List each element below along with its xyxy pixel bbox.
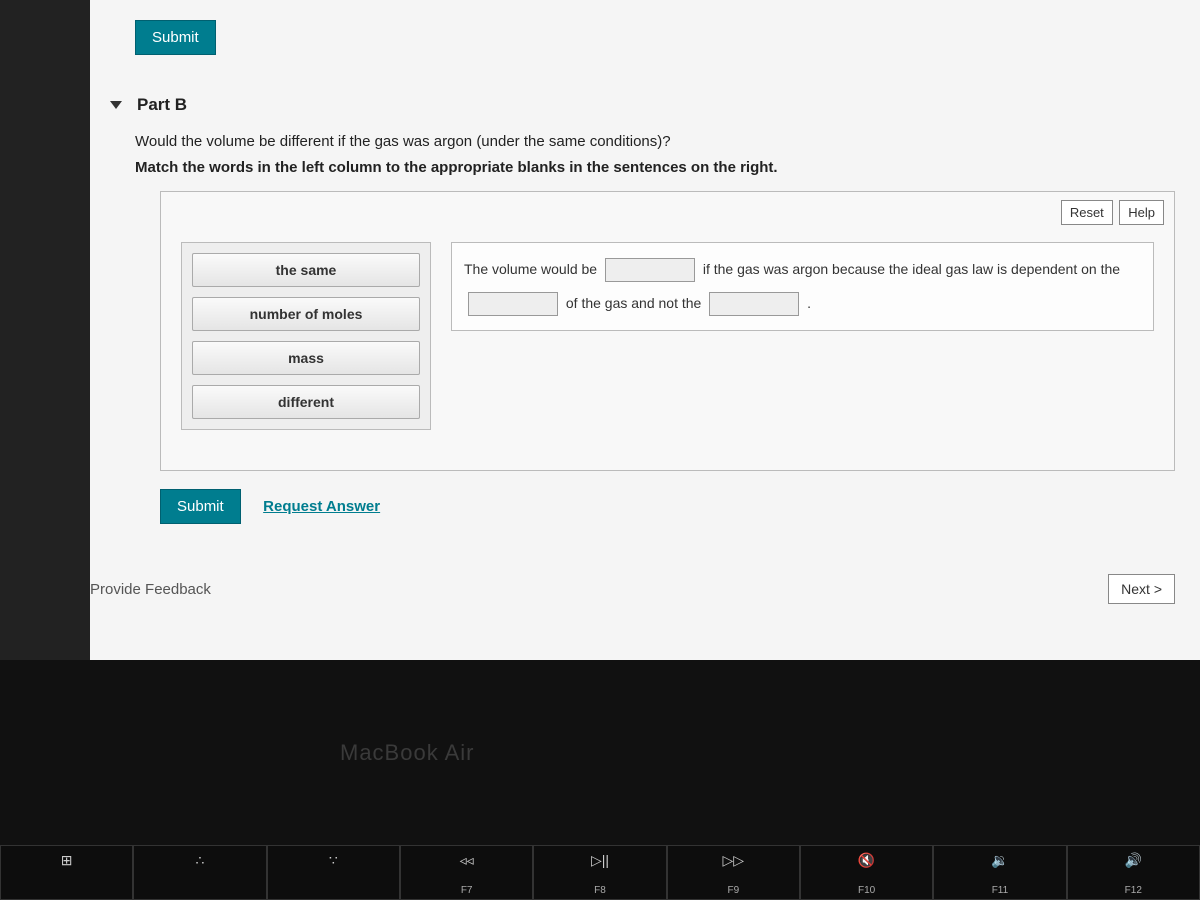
volume-down-icon: 🔉 xyxy=(991,852,1008,869)
provide-feedback-link[interactable]: Provide Feedback xyxy=(90,581,211,598)
volume-up-icon: 🔊 xyxy=(1125,852,1142,869)
play-pause-key[interactable]: ▷|| F8 xyxy=(533,845,666,900)
blank-slot[interactable] xyxy=(468,292,558,316)
rewind-key[interactable]: ◃◃ F7 xyxy=(400,845,533,900)
rewind-icon: ◃◃ xyxy=(460,852,474,869)
sentence-fragment: if the gas was argon because the ideal g… xyxy=(703,261,1097,277)
page-edge-strip xyxy=(0,0,90,660)
word-item[interactable]: mass xyxy=(192,341,420,375)
forward-icon: ▷▷ xyxy=(723,852,745,869)
forward-key[interactable]: ▷▷ F9 xyxy=(667,845,800,900)
help-button[interactable]: Help xyxy=(1119,200,1164,225)
word-item[interactable]: the same xyxy=(192,253,420,287)
sentence-fragment: . xyxy=(807,295,811,311)
launchpad-key[interactable]: ⊞ xyxy=(0,845,133,900)
key-label: F8 xyxy=(594,885,606,896)
action-row: Submit Request Answer xyxy=(160,489,1200,524)
reset-button[interactable]: Reset xyxy=(1061,200,1113,225)
submit-button[interactable]: Submit xyxy=(160,489,241,524)
word-item[interactable]: different xyxy=(192,385,420,419)
key-label: F11 xyxy=(992,885,1009,896)
grid-icon: ⊞ xyxy=(61,852,73,869)
laptop-body: MacBook Air ⊞ ∴ ∵ ◃◃ F7 ▷|| F8 ▷▷ F9 🔇 F… xyxy=(0,660,1200,900)
submit-button-top[interactable]: Submit xyxy=(135,20,216,55)
part-title: Part B xyxy=(137,95,187,115)
volume-up-key[interactable]: 🔊 F12 xyxy=(1067,845,1200,900)
word-item[interactable]: number of moles xyxy=(192,297,420,331)
mission-control-key[interactable]: ∴ xyxy=(133,845,266,900)
spotlight-key[interactable]: ∵ xyxy=(267,845,400,900)
dots2-icon: ∵ xyxy=(329,852,338,869)
blank-slot[interactable] xyxy=(709,292,799,316)
blank-slot[interactable] xyxy=(605,258,695,282)
matching-work-area: Reset Help the same number of moles mass… xyxy=(160,191,1175,471)
sentence-fragment: of the gas and not the xyxy=(566,295,701,311)
laptop-brand-text: MacBook Air xyxy=(340,740,475,766)
volume-down-key[interactable]: 🔉 F11 xyxy=(933,845,1066,900)
sentence-fragment: The volume would be xyxy=(464,261,597,277)
assignment-page: Submit Part B Would the volume be differ… xyxy=(90,0,1200,660)
key-label: F7 xyxy=(461,885,473,896)
next-button[interactable]: Next > xyxy=(1108,574,1175,604)
collapse-triangle-icon xyxy=(110,101,122,109)
mute-key[interactable]: 🔇 F10 xyxy=(800,845,933,900)
play-pause-icon: ▷|| xyxy=(591,852,609,869)
footer-row: Provide Feedback Next > xyxy=(90,574,1175,604)
mute-icon: 🔇 xyxy=(858,852,875,869)
workarea-toolbar: Reset Help xyxy=(1059,200,1164,225)
key-label: F9 xyxy=(727,885,739,896)
sentence-target: The volume would be if the gas was argon… xyxy=(451,242,1154,331)
dots-icon: ∴ xyxy=(196,852,205,869)
part-b-header[interactable]: Part B xyxy=(110,95,1200,115)
instruction-text: Match the words in the left column to th… xyxy=(135,159,1200,176)
key-label: F12 xyxy=(1125,885,1142,896)
question-text: Would the volume be different if the gas… xyxy=(135,130,1200,154)
function-key-row: ⊞ ∴ ∵ ◃◃ F7 ▷|| F8 ▷▷ F9 🔇 F10 🔉 F1 xyxy=(0,845,1200,900)
word-bank: the same number of moles mass different xyxy=(181,242,431,430)
key-label: F10 xyxy=(858,885,875,896)
sentence-fragment: the xyxy=(1101,261,1120,277)
request-answer-link[interactable]: Request Answer xyxy=(263,498,380,515)
